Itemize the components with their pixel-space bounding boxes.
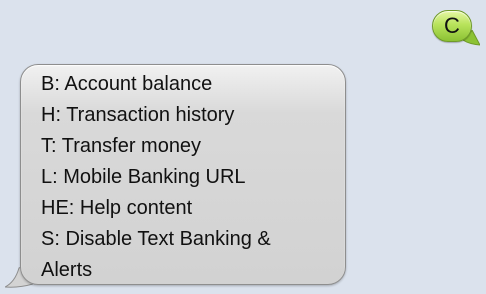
received-message-line: H: Transaction history [41,104,235,126]
received-message-line: T: Transfer money [41,135,202,157]
received-message-lines: B: Account balance H: Transaction histor… [41,69,337,286]
received-message-line: S: Disable Text Banking & [41,228,271,250]
message-thread[interactable]: C B: Account balance H: Transaction hist… [0,0,486,294]
received-message-bubble[interactable]: B: Account balance H: Transaction histor… [20,64,346,285]
sent-message-bubble[interactable]: C [432,10,472,42]
received-message-line: L: Mobile Banking URL [41,166,246,188]
received-message-line: B: Account balance [41,73,213,95]
sent-message-text: C [444,13,460,38]
received-message-line: HE: Help content [41,197,193,219]
received-message-line: Alerts [41,259,93,281]
